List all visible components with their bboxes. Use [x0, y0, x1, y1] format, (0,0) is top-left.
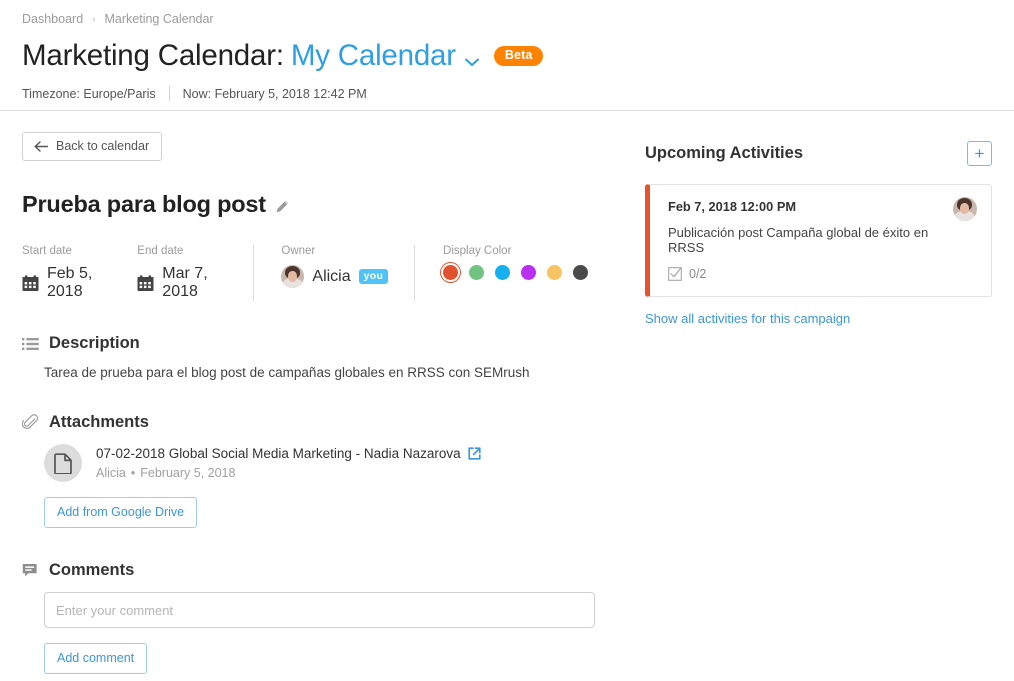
checkbox-checked-icon: [668, 267, 682, 281]
attachments-section: Attachments 07-02-2018 Global Social Med…: [22, 413, 614, 528]
timezone-label: Timezone: Europe/Paris: [22, 86, 156, 101]
now-label: Now: February 5, 2018 12:42 PM: [182, 86, 367, 101]
comments-header: Comments: [22, 561, 614, 580]
comments-body: Add comment: [22, 592, 614, 674]
attachment-meta: Alicia • February 5, 2018: [96, 466, 481, 480]
display-color-label: Display Color: [443, 245, 512, 257]
breadcrumb: Dashboard › Marketing Calendar: [22, 10, 992, 28]
owner-value-row[interactable]: Alicia you: [281, 265, 389, 288]
page-header: Dashboard › Marketing Calendar Marketing…: [0, 0, 1014, 111]
add-from-google-drive-button[interactable]: Add from Google Drive: [44, 497, 198, 528]
display-color-block: Display Color: [415, 245, 614, 280]
activity-checklist-count: 0/2: [689, 267, 707, 281]
color-swatch-5[interactable]: [573, 265, 589, 280]
upcoming-activities-header: Upcoming Activities +: [645, 141, 992, 166]
breadcrumb-dashboard[interactable]: Dashboard: [22, 12, 83, 26]
file-icon: [44, 444, 82, 482]
attachment-author: Alicia: [96, 466, 126, 480]
attachment-name: 07-02-2018 Global Social Media Marketing…: [96, 446, 461, 461]
attachments-body: 07-02-2018 Global Social Media Marketing…: [22, 444, 614, 528]
color-swatch-list: [443, 265, 589, 280]
you-badge: you: [358, 268, 389, 285]
campaign-title-row: Prueba para blog post: [22, 191, 614, 218]
campaign-title: Prueba para blog post: [22, 191, 266, 217]
owner-name: Alicia: [312, 267, 351, 285]
activity-checklist: 0/2: [668, 267, 975, 281]
owner-label: Owner: [281, 245, 316, 257]
end-date-value-row[interactable]: Mar 7, 2018: [137, 265, 226, 301]
calendar-icon: [137, 274, 154, 292]
arrow-left-icon: [34, 140, 48, 152]
activity-card[interactable]: Feb 7, 2018 12:00 PM Publicación post Ca…: [645, 184, 992, 297]
avatar: [281, 265, 305, 288]
activity-avatar: [953, 197, 977, 221]
back-to-calendar-button[interactable]: Back to calendar: [22, 132, 163, 161]
comment-input[interactable]: [44, 592, 595, 628]
beta-badge: Beta: [493, 46, 544, 66]
start-date-block: Start date Feb 5, 2018: [22, 245, 137, 301]
content-area: Back to calendar Prueba para blog post S…: [0, 111, 1014, 674]
calendar-icon: [22, 274, 39, 292]
add-activity-button[interactable]: +: [967, 141, 992, 166]
campaign-detail-column: Back to calendar Prueba para blog post S…: [0, 111, 636, 674]
start-date-value-row[interactable]: Feb 5, 2018: [22, 265, 111, 301]
external-link-icon[interactable]: [468, 447, 481, 460]
end-date-label: End date: [137, 245, 184, 257]
back-to-calendar-label: Back to calendar: [56, 139, 150, 153]
color-swatch-3[interactable]: [521, 265, 537, 280]
header-meta: Timezone: Europe/Paris Now: February 5, …: [22, 86, 992, 101]
color-swatch-0[interactable]: [443, 265, 459, 280]
attachment-date: February 5, 2018: [140, 466, 236, 480]
list-icon: [22, 337, 39, 351]
activity-time: Feb 7, 2018 12:00 PM: [668, 199, 797, 214]
attachment-item[interactable]: 07-02-2018 Global Social Media Marketing…: [44, 444, 614, 482]
attachment-meta-separator: •: [130, 466, 136, 480]
color-swatch-2[interactable]: [495, 265, 511, 280]
start-date-value: Feb 5, 2018: [47, 265, 93, 300]
end-date-value: Mar 7, 2018: [162, 265, 208, 300]
end-date-block: End date Mar 7, 2018: [137, 245, 252, 301]
description-text: Tarea de prueba para el blog post de cam…: [44, 365, 530, 380]
color-swatch-4[interactable]: [547, 265, 563, 280]
description-header: Description: [22, 334, 614, 353]
chevron-down-icon[interactable]: [464, 58, 479, 67]
comment-bubble-icon: [22, 563, 39, 579]
upcoming-activities-title: Upcoming Activities: [645, 144, 803, 162]
attachments-title: Attachments: [49, 413, 149, 431]
show-all-activities-link[interactable]: Show all activities for this campaign: [645, 311, 850, 326]
attachment-name-row: 07-02-2018 Global Social Media Marketing…: [96, 446, 481, 461]
start-date-label: Start date: [22, 245, 72, 257]
add-comment-button[interactable]: Add comment: [44, 643, 148, 674]
breadcrumb-marketing-calendar[interactable]: Marketing Calendar: [105, 12, 214, 26]
description-title: Description: [49, 334, 140, 352]
campaign-meta-row: Start date Feb 5, 2018 End date Mar 7, 2…: [22, 245, 614, 301]
header-meta-divider: [168, 86, 170, 101]
upcoming-activities-column: Upcoming Activities + Feb 7, 2018 12:00 …: [636, 111, 1014, 674]
comments-title: Comments: [49, 561, 135, 579]
page-title-row: Marketing Calendar: My Calendar Beta: [22, 35, 992, 77]
attachments-header: Attachments: [22, 413, 614, 432]
description-section: Description Tarea de prueba para el blog…: [22, 334, 614, 380]
page-title-prefix: Marketing Calendar:: [22, 39, 284, 72]
calendar-name[interactable]: My Calendar: [291, 39, 456, 72]
owner-block: Owner Alicia you: [253, 245, 414, 288]
paperclip-icon: [22, 414, 39, 431]
activity-text: Publicación post Campaña global de éxito…: [668, 225, 929, 255]
comments-section: Comments Add comment: [22, 561, 614, 674]
color-swatch-1[interactable]: [469, 265, 485, 280]
page-title: Marketing Calendar: My Calendar: [22, 39, 479, 73]
pencil-icon[interactable]: [275, 199, 290, 214]
breadcrumb-separator-icon: ›: [92, 13, 96, 25]
